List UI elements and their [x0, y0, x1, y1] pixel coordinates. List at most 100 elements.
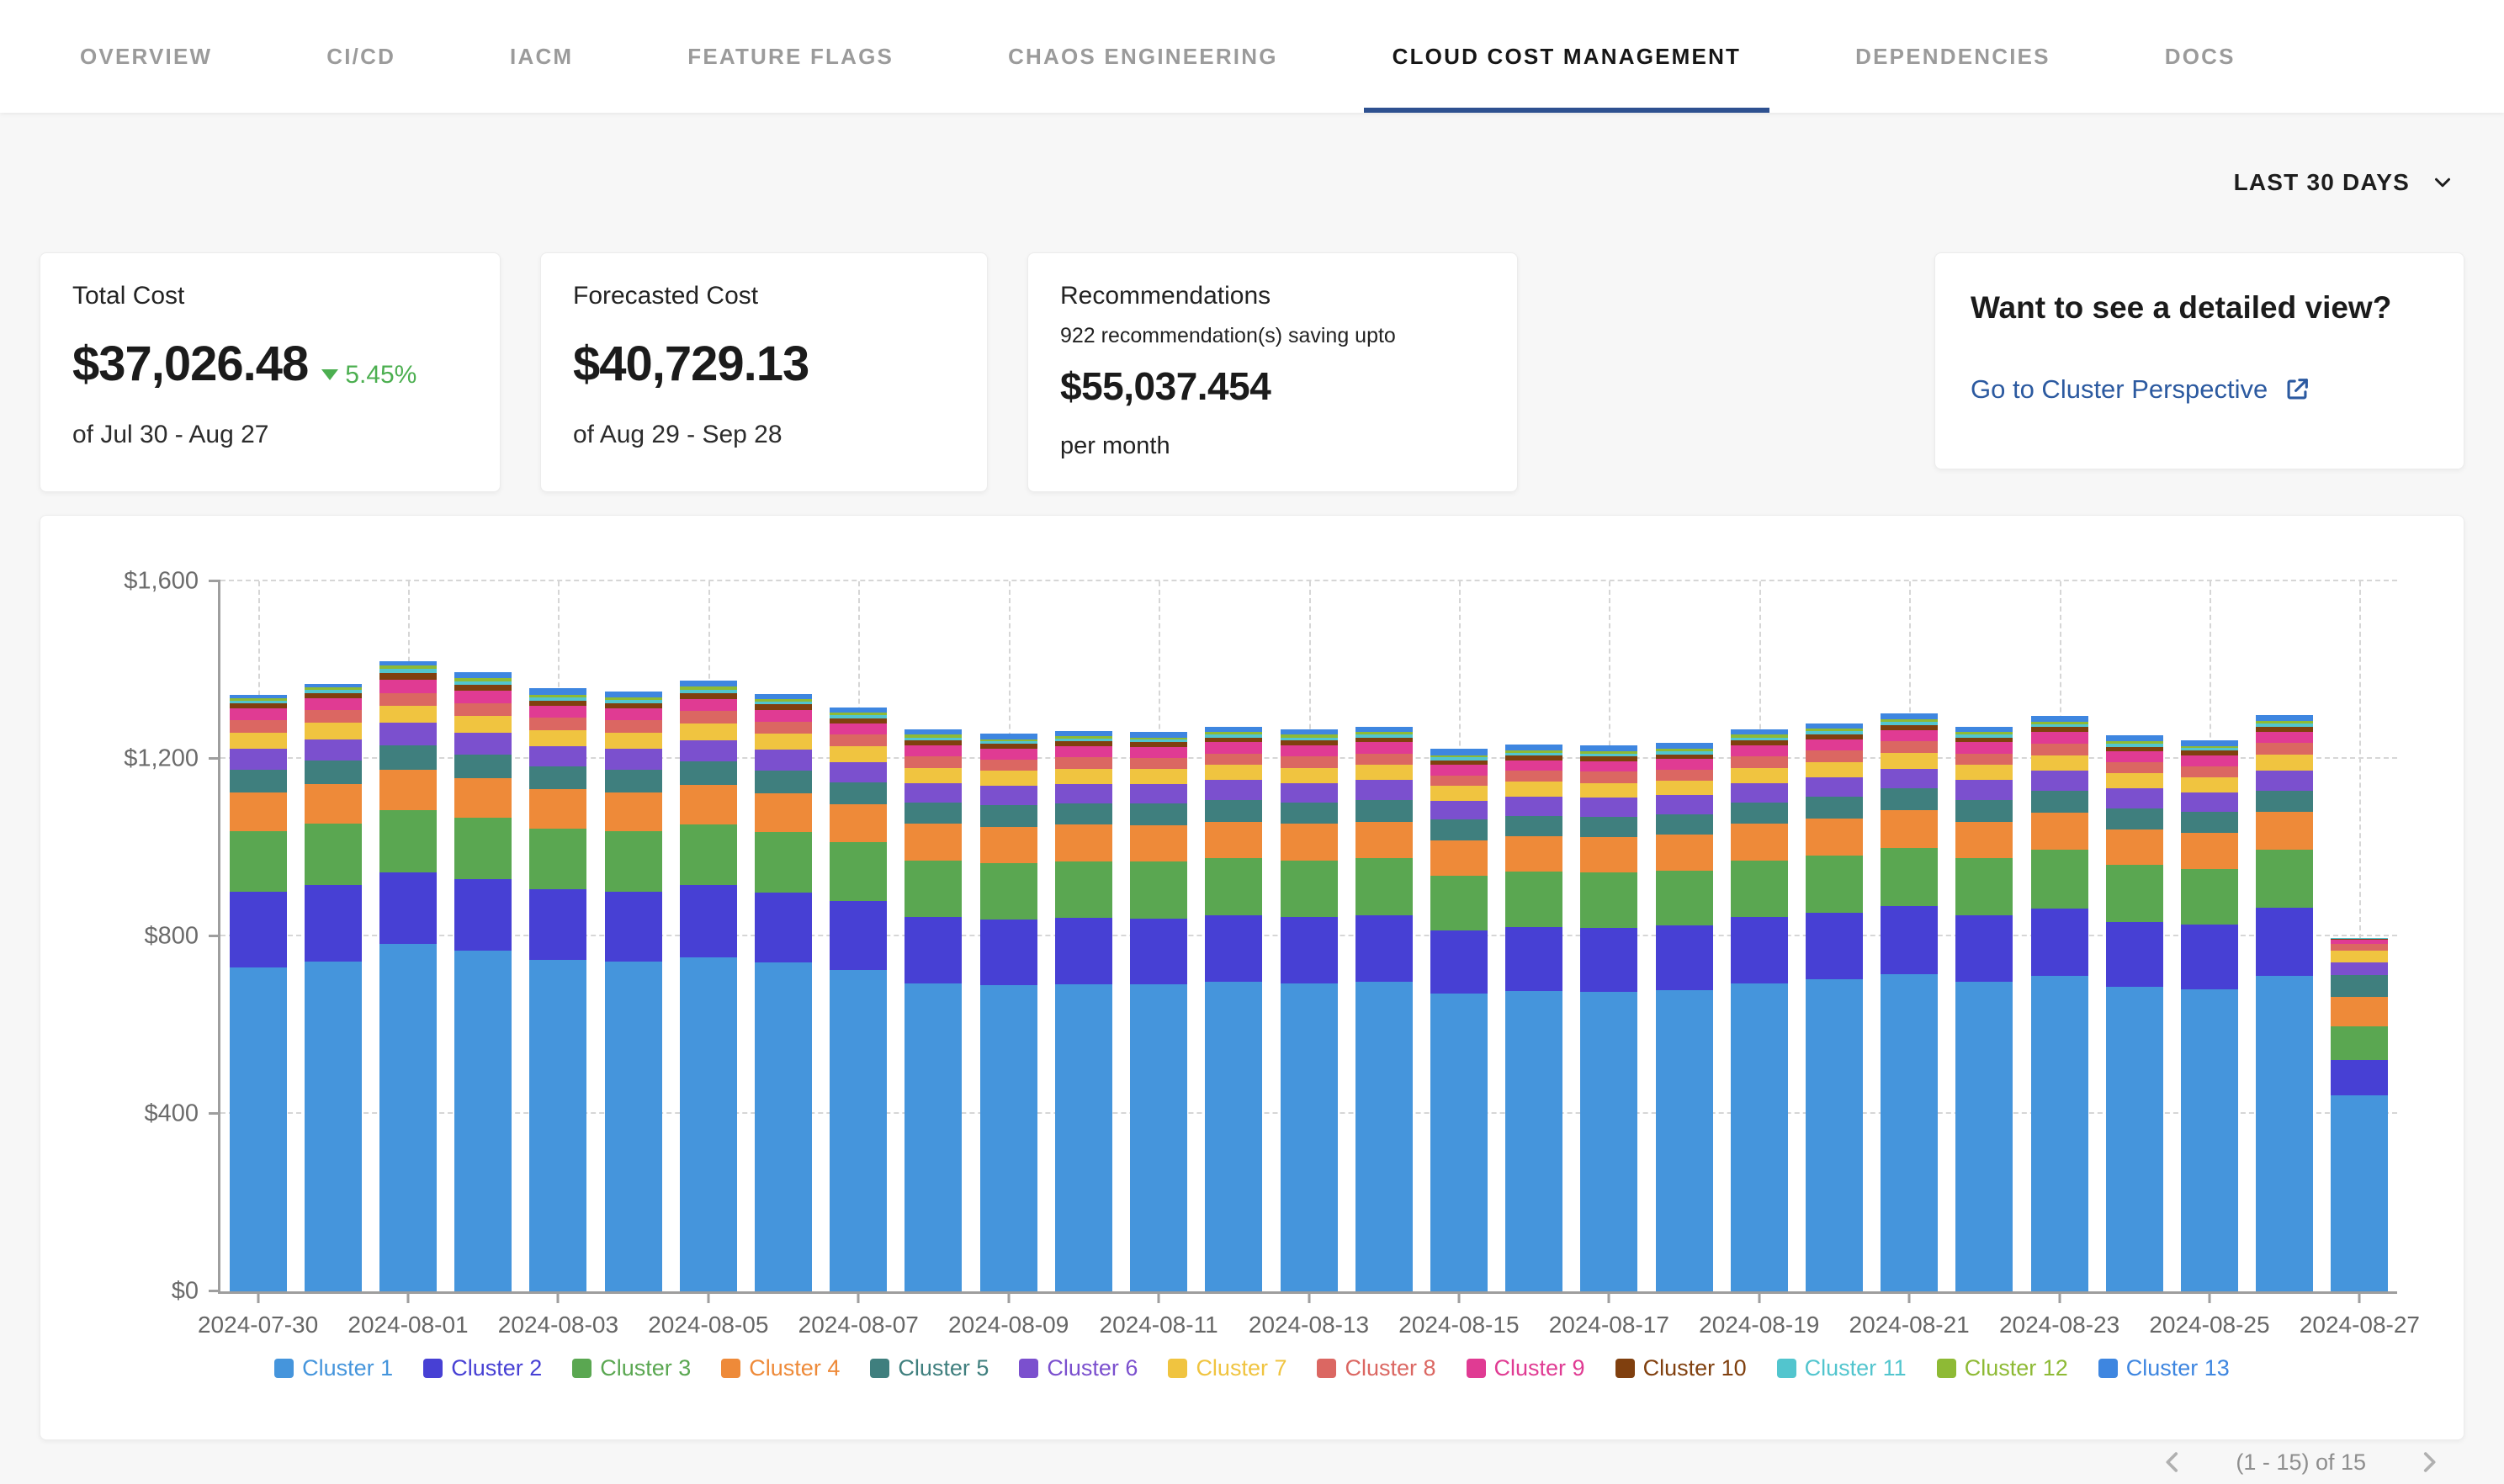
card-forecasted-cost: Forecasted Cost $40,729.13 of Aug 29 - S…	[540, 252, 988, 492]
bar-segment-cluster-9	[1430, 765, 1488, 776]
bar-segment-cluster-7	[2181, 777, 2238, 792]
bar-segment-cluster-8	[2256, 743, 2313, 755]
bar-2024-08-06[interactable]	[755, 694, 812, 1291]
bar-segment-cluster-7	[1656, 781, 1713, 795]
bar-segment-cluster-2	[2181, 925, 2238, 989]
bar-2024-08-27[interactable]	[2331, 938, 2388, 1291]
bar-segment-cluster-13	[2106, 735, 2163, 741]
bar-2024-08-04[interactable]	[605, 692, 662, 1292]
bar-segment-cluster-3	[2331, 1026, 2388, 1060]
bar-2024-08-20[interactable]	[1806, 723, 1863, 1291]
bar-segment-cluster-2	[1055, 918, 1112, 983]
trend-down-icon	[321, 369, 338, 380]
bar-segment-cluster-7	[830, 746, 887, 762]
tab-overview[interactable]: OVERVIEW	[51, 0, 241, 113]
bar-segment-cluster-7	[1580, 783, 1637, 798]
legend-item-cluster-13[interactable]: Cluster 13	[2098, 1355, 2230, 1381]
bar-2024-08-07[interactable]	[830, 708, 887, 1291]
bar-2024-08-12[interactable]	[1205, 727, 1262, 1291]
bar-segment-cluster-6	[1505, 797, 1562, 816]
bar-segment-cluster-5	[1881, 788, 1938, 810]
y-axis-tick	[209, 1290, 220, 1292]
x-axis-label: 2024-08-23	[1999, 1312, 2119, 1338]
bar-2024-08-10[interactable]	[1055, 731, 1112, 1291]
bar-2024-07-30[interactable]	[230, 695, 287, 1291]
bar-segment-cluster-7	[230, 733, 287, 749]
bar-2024-08-11[interactable]	[1130, 732, 1187, 1291]
tab-iacm[interactable]: IACM	[481, 0, 602, 113]
legend-item-cluster-12[interactable]: Cluster 12	[1937, 1355, 2068, 1381]
cluster-perspective-link-label: Go to Cluster Perspective	[1971, 374, 2268, 405]
legend-item-cluster-2[interactable]: Cluster 2	[423, 1355, 542, 1381]
forecasted-cost-title: Forecasted Cost	[573, 282, 955, 310]
tab-chaos-engineering[interactable]: CHAOS ENGINEERING	[979, 0, 1307, 113]
tab-docs[interactable]: DOCS	[2136, 0, 2264, 113]
bar-segment-cluster-9	[1205, 742, 1262, 753]
chart-card: $0$400$800$1,200$1,6002024-07-302024-08-…	[40, 515, 2464, 1440]
bar-2024-08-22[interactable]	[1955, 727, 2013, 1291]
bar-2024-08-24[interactable]	[2106, 735, 2163, 1291]
bar-segment-cluster-4	[830, 804, 887, 842]
tab-dependencies[interactable]: DEPENDENCIES	[1827, 0, 2079, 113]
bar-segment-cluster-4	[2256, 812, 2313, 849]
bar-2024-08-23[interactable]	[2031, 716, 2088, 1291]
legend-item-cluster-6[interactable]: Cluster 6	[1019, 1355, 1138, 1381]
chevron-right-icon[interactable]	[2415, 1448, 2443, 1476]
bar-segment-cluster-7	[2256, 755, 2313, 771]
legend-item-cluster-10[interactable]: Cluster 10	[1615, 1355, 1747, 1381]
legend-item-cluster-7[interactable]: Cluster 7	[1168, 1355, 1286, 1381]
bar-2024-07-31[interactable]	[305, 684, 362, 1292]
bar-segment-cluster-2	[680, 885, 737, 957]
tab-ci-cd[interactable]: CI/CD	[298, 0, 424, 113]
bar-2024-08-03[interactable]	[529, 688, 586, 1291]
tab-cloud-cost-management[interactable]: CLOUD COST MANAGEMENT	[1364, 0, 1770, 113]
bar-2024-08-19[interactable]	[1731, 729, 1788, 1291]
bar-2024-08-17[interactable]	[1580, 745, 1637, 1291]
legend-item-cluster-3[interactable]: Cluster 3	[572, 1355, 691, 1381]
bar-segment-cluster-13	[2181, 740, 2238, 746]
legend-item-cluster-8[interactable]: Cluster 8	[1317, 1355, 1435, 1381]
bar-2024-08-26[interactable]	[2256, 715, 2313, 1291]
chart-legend: Cluster 1 Cluster 2 Cluster 3 Cluster 4 Clus…	[40, 1355, 2464, 1381]
bar-segment-cluster-9	[379, 680, 437, 692]
bar-segment-cluster-2	[755, 893, 812, 963]
bar-segment-cluster-5	[1430, 819, 1488, 840]
legend-item-cluster-4[interactable]: Cluster 4	[721, 1355, 840, 1381]
bar-2024-08-25[interactable]	[2181, 740, 2238, 1291]
cluster-perspective-link[interactable]: Go to Cluster Perspective	[1971, 374, 2428, 405]
bar-2024-08-14[interactable]	[1355, 727, 1413, 1291]
bar-2024-08-13[interactable]	[1281, 729, 1338, 1291]
bar-2024-08-16[interactable]	[1505, 745, 1562, 1291]
bar-segment-cluster-7	[905, 768, 962, 783]
bar-segment-cluster-8	[2031, 744, 2088, 755]
legend-label: Cluster 1	[302, 1355, 393, 1381]
time-range-dropdown[interactable]: LAST 30 DAYS	[2234, 169, 2455, 196]
legend-item-cluster-5[interactable]: Cluster 5	[870, 1355, 989, 1381]
bar-2024-08-18[interactable]	[1656, 743, 1713, 1291]
x-axis-tick	[857, 1291, 860, 1303]
legend-item-cluster-11[interactable]: Cluster 11	[1777, 1355, 1907, 1381]
bar-2024-08-09[interactable]	[980, 734, 1037, 1291]
bar-2024-08-08[interactable]	[905, 729, 962, 1291]
bar-2024-08-02[interactable]	[454, 672, 512, 1291]
bar-segment-cluster-3	[1505, 872, 1562, 927]
bar-segment-cluster-4	[1881, 810, 1938, 847]
legend-swatch	[423, 1359, 443, 1378]
legend-item-cluster-9[interactable]: Cluster 9	[1467, 1355, 1585, 1381]
legend-item-cluster-1[interactable]: Cluster 1	[274, 1355, 393, 1381]
bar-segment-cluster-8	[230, 720, 287, 732]
bar-2024-08-15[interactable]	[1430, 749, 1488, 1291]
bar-segment-cluster-1	[1281, 983, 1338, 1291]
bar-segment-cluster-1	[1205, 982, 1262, 1291]
chevron-left-icon[interactable]	[2158, 1448, 2187, 1476]
bar-2024-08-05[interactable]	[680, 681, 737, 1291]
bar-segment-cluster-6	[905, 783, 962, 803]
tab-feature-flags[interactable]: FEATURE FLAGS	[659, 0, 922, 113]
bar-2024-08-21[interactable]	[1881, 713, 1938, 1291]
bar-segment-cluster-2	[2256, 908, 2313, 975]
bar-segment-cluster-6	[1281, 783, 1338, 803]
legend-swatch	[870, 1359, 889, 1378]
bar-2024-08-01[interactable]	[379, 661, 437, 1291]
bar-segment-cluster-6	[1055, 784, 1112, 803]
bar-segment-cluster-6	[1806, 777, 1863, 798]
